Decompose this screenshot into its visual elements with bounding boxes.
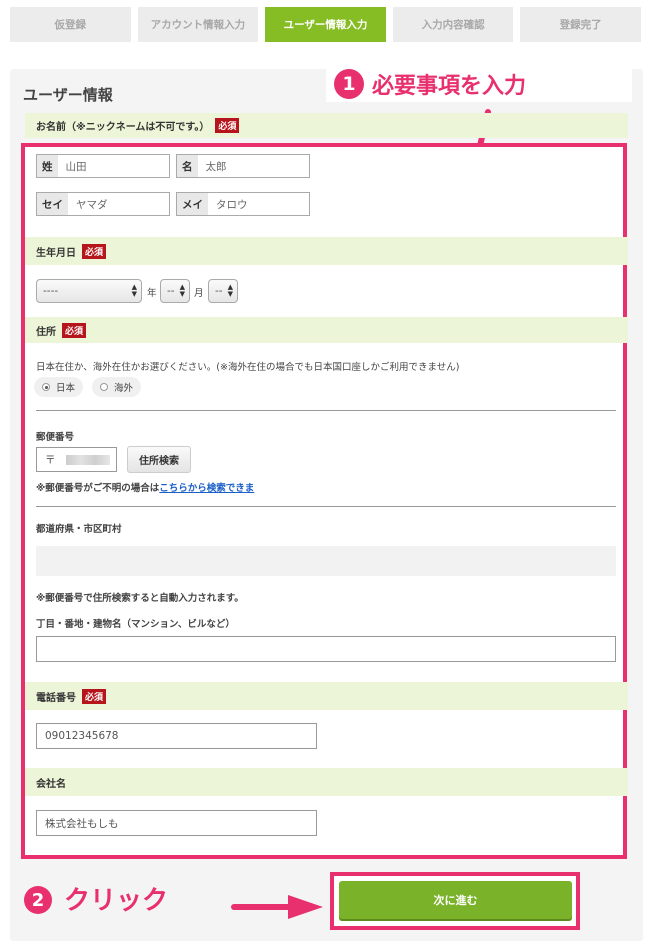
panel-title: ユーザー情報 (23, 86, 113, 104)
birth-month-value: -- (167, 285, 175, 297)
annotation-step-1: 1 必要事項を入力 (326, 66, 632, 102)
first-name-kana-label: メイ (177, 193, 208, 215)
step-confirm: 入力内容確認 (392, 7, 514, 42)
radio-japan-label: 日本 (56, 383, 76, 394)
year-unit: 年 (147, 288, 157, 299)
blurred-postal-value (65, 454, 110, 465)
postal-note: ※郵便番号がご不明の場合はこちらから検索できま (36, 480, 254, 494)
step-complete: 登録完了 (520, 7, 641, 42)
required-badge: 必須 (82, 688, 107, 704)
radio-selected-icon (42, 383, 50, 391)
first-name-value: 太郎 (205, 160, 227, 173)
select-arrows-icon: ▲ ▼ (131, 283, 137, 298)
birth-year-select[interactable]: ---- ▲ ▼ (36, 279, 142, 303)
required-badge: 必須 (82, 243, 107, 259)
last-name-kana-field[interactable]: セイ ヤマダ (36, 192, 170, 216)
annotation-number-1: 1 (334, 69, 364, 99)
phone-input[interactable]: 09012345678 (36, 723, 317, 749)
divider (36, 410, 616, 411)
last-name-value: 山田 (65, 160, 87, 173)
company-label: 会社名 (36, 778, 66, 790)
postal-code-label: 郵便番号 (36, 432, 75, 443)
step-user-info: ユーザー情報入力 (265, 7, 386, 42)
section-name: お名前（※ニックネームは不可です。） 必須 (25, 113, 628, 138)
annotation-number-2: 2 (24, 886, 52, 914)
pointer-arrow-icon (231, 895, 323, 919)
address-label: 住所 (36, 326, 56, 338)
postal-code-input[interactable]: 〒 (36, 447, 117, 472)
phone-label: 電話番号 (36, 692, 76, 704)
address-search-button[interactable]: 住所検索 (127, 446, 191, 473)
annotation-text-2: クリック (64, 886, 169, 916)
required-badge: 必須 (215, 118, 240, 133)
birth-day-value: -- (215, 285, 223, 297)
step-account-info: アカウント情報入力 (137, 7, 259, 42)
last-name-kana-label: セイ (37, 193, 68, 215)
name-label: お名前（※ニックネームは不可です。） (36, 122, 210, 133)
postal-search-link[interactable]: こちらから検索できま (159, 483, 254, 494)
month-unit: 月 (194, 288, 204, 299)
section-company: 会社名 (25, 768, 628, 796)
radio-overseas-label: 海外 (114, 383, 134, 394)
section-address: 住所 必須 (25, 317, 628, 343)
section-phone: 電話番号 必須 (25, 682, 628, 710)
step-provisional: 仮登録 (10, 7, 131, 42)
birth-day-select[interactable]: -- ▲ ▼ (208, 279, 238, 303)
select-arrows-icon: ▲ ▼ (179, 283, 185, 298)
divider (36, 506, 616, 507)
radio-japan[interactable]: 日本 (34, 377, 84, 397)
radio-unselected-icon (100, 383, 108, 391)
postal-note-text: ※郵便番号がご不明の場合は (36, 483, 160, 494)
annotation-text-1: 必要事項を入力 (372, 74, 527, 99)
birth-month-select[interactable]: -- ▲ ▼ (160, 279, 190, 303)
radio-overseas[interactable]: 海外 (92, 377, 142, 397)
street-input[interactable] (36, 636, 616, 662)
first-name-kana-value: タロウ (216, 198, 248, 211)
postal-prefix: 〒 (45, 454, 56, 466)
last-name-label: 姓 (37, 155, 58, 177)
required-badge: 必須 (62, 322, 87, 338)
first-name-field[interactable]: 名 太郎 (176, 154, 310, 178)
progress-steps: 仮登録 アカウント情報入力 ユーザー情報入力 入力内容確認 登録完了 (10, 7, 641, 42)
street-label: 丁目・番地・建物名（マンション、ビルなど） (36, 619, 235, 630)
first-name-label: 名 (177, 155, 198, 177)
prefecture-city-field (36, 546, 616, 576)
select-arrows-icon: ▲ ▼ (227, 283, 233, 298)
next-button[interactable]: 次に進む (339, 881, 572, 919)
residence-note: 日本在住か、海外在住かお選びください。(※海外在住の場合でも日本国口座しかご利用… (36, 362, 460, 373)
prefecture-label: 都道府県・市区町村 (36, 524, 122, 535)
birth-year-value: ---- (43, 285, 59, 297)
birthdate-label: 生年月日 (36, 247, 76, 259)
last-name-field[interactable]: 姓 山田 (36, 154, 170, 178)
auto-fill-note: ※郵便番号で住所検索すると自動入力されます。 (36, 593, 244, 604)
last-name-kana-value: ヤマダ (76, 198, 108, 211)
first-name-kana-field[interactable]: メイ タロウ (176, 192, 310, 216)
company-input[interactable]: 株式会社もしも (36, 810, 317, 836)
section-birthdate: 生年月日 必須 (25, 237, 628, 265)
